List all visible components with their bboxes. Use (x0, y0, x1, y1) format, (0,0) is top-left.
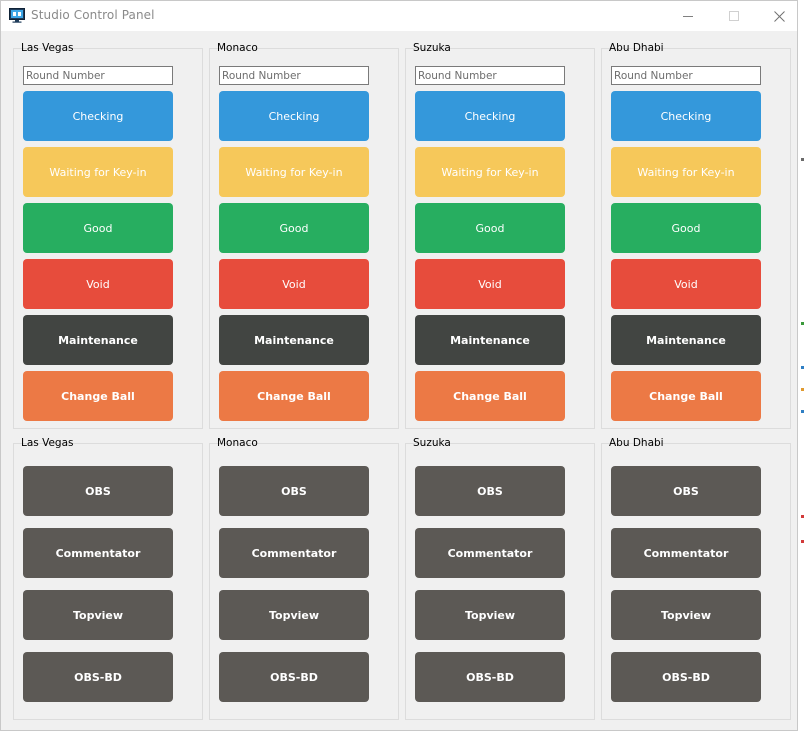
good-button-las-vegas[interactable]: Good (23, 203, 173, 253)
maintenance-button-abu-dhabi[interactable]: Maintenance (611, 315, 761, 365)
waiting-for-key-in-button-abu-dhabi[interactable]: Waiting for Key-in (611, 147, 761, 197)
obs-bd-camera-button-las-vegas[interactable]: OBS-BD (23, 652, 173, 702)
topview-camera-button-las-vegas[interactable]: Topview (23, 590, 173, 640)
void-button-abu-dhabi[interactable]: Void (611, 259, 761, 309)
obs-camera-button-abu-dhabi[interactable]: OBS (611, 466, 761, 516)
checking-button-monaco[interactable]: Checking (219, 91, 369, 141)
status-group-title: Abu Dhabi (609, 42, 664, 54)
commentator-camera-button-abu-dhabi[interactable]: Commentator (611, 528, 761, 578)
good-button-suzuka[interactable]: Good (415, 203, 565, 253)
obs-bd-camera-button-suzuka[interactable]: OBS-BD (415, 652, 565, 702)
camera-group-title: Las Vegas (21, 437, 74, 449)
obs-bd-camera-button-abu-dhabi[interactable]: OBS-BD (611, 652, 761, 702)
minimize-button[interactable] (665, 1, 711, 31)
title-bar[interactable]: Studio Control Panel (1, 1, 797, 31)
change-ball-button-las-vegas[interactable]: Change Ball (23, 371, 173, 421)
round-number-input-monaco[interactable] (219, 66, 369, 85)
void-button-monaco[interactable]: Void (219, 259, 369, 309)
checking-button-las-vegas[interactable]: Checking (23, 91, 173, 141)
status-group-title: Suzuka (413, 42, 451, 54)
status-group-title: Monaco (217, 42, 258, 54)
change-ball-button-suzuka[interactable]: Change Ball (415, 371, 565, 421)
change-ball-button-abu-dhabi[interactable]: Change Ball (611, 371, 761, 421)
void-button-suzuka[interactable]: Void (415, 259, 565, 309)
topview-camera-button-abu-dhabi[interactable]: Topview (611, 590, 761, 640)
close-button[interactable] (756, 1, 802, 31)
status-group-title: Las Vegas (21, 42, 74, 54)
good-button-abu-dhabi[interactable]: Good (611, 203, 761, 253)
commentator-camera-button-monaco[interactable]: Commentator (219, 528, 369, 578)
topview-camera-button-monaco[interactable]: Topview (219, 590, 369, 640)
change-ball-button-monaco[interactable]: Change Ball (219, 371, 369, 421)
camera-group-title: Suzuka (413, 437, 451, 449)
minimize-icon (683, 16, 693, 17)
void-button-las-vegas[interactable]: Void (23, 259, 173, 309)
round-number-input-suzuka[interactable] (415, 66, 565, 85)
maintenance-button-suzuka[interactable]: Maintenance (415, 315, 565, 365)
commentator-camera-button-las-vegas[interactable]: Commentator (23, 528, 173, 578)
waiting-for-key-in-button-suzuka[interactable]: Waiting for Key-in (415, 147, 565, 197)
round-number-input-abu-dhabi[interactable] (611, 66, 761, 85)
waiting-for-key-in-button-monaco[interactable]: Waiting for Key-in (219, 147, 369, 197)
maximize-button[interactable] (711, 1, 757, 31)
maximize-icon (729, 11, 739, 21)
checking-button-abu-dhabi[interactable]: Checking (611, 91, 761, 141)
obs-bd-camera-button-monaco[interactable]: OBS-BD (219, 652, 369, 702)
maintenance-button-las-vegas[interactable]: Maintenance (23, 315, 173, 365)
obs-camera-button-suzuka[interactable]: OBS (415, 466, 565, 516)
waiting-for-key-in-button-las-vegas[interactable]: Waiting for Key-in (23, 147, 173, 197)
good-button-monaco[interactable]: Good (219, 203, 369, 253)
camera-group-title: Abu Dhabi (609, 437, 664, 449)
app-icon (9, 8, 25, 23)
obs-camera-button-las-vegas[interactable]: OBS (23, 466, 173, 516)
checking-button-suzuka[interactable]: Checking (415, 91, 565, 141)
camera-group-title: Monaco (217, 437, 258, 449)
close-icon (773, 10, 785, 22)
studio-control-panel-window: Studio Control Panel Las Vegas Checking Wa… (0, 0, 798, 731)
obs-camera-button-monaco[interactable]: OBS (219, 466, 369, 516)
maintenance-button-monaco[interactable]: Maintenance (219, 315, 369, 365)
window-title: Studio Control Panel (31, 8, 155, 22)
round-number-input-las-vegas[interactable] (23, 66, 173, 85)
topview-camera-button-suzuka[interactable]: Topview (415, 590, 565, 640)
commentator-camera-button-suzuka[interactable]: Commentator (415, 528, 565, 578)
